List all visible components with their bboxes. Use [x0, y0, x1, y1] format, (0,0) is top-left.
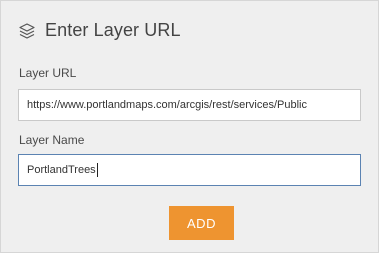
- text-cursor: [96, 163, 98, 178]
- layer-name-value: PortlandTrees: [27, 164, 96, 176]
- layer-name-input[interactable]: PortlandTrees: [18, 154, 361, 186]
- layers-icon: [19, 22, 35, 39]
- panel-title: Enter Layer URL: [45, 20, 181, 40]
- layer-url-label: Layer URL: [19, 66, 77, 80]
- layer-name-label: Layer Name: [19, 133, 85, 147]
- layer-url-value: https://www.portlandmaps.com/arcgis/rest…: [27, 99, 307, 111]
- add-layer-panel: Enter Layer URL Layer URL https://www.po…: [0, 0, 379, 253]
- panel-header: Enter Layer URL: [18, 20, 181, 41]
- layer-url-input[interactable]: https://www.portlandmaps.com/arcgis/rest…: [18, 89, 361, 121]
- add-button[interactable]: ADD: [169, 206, 234, 240]
